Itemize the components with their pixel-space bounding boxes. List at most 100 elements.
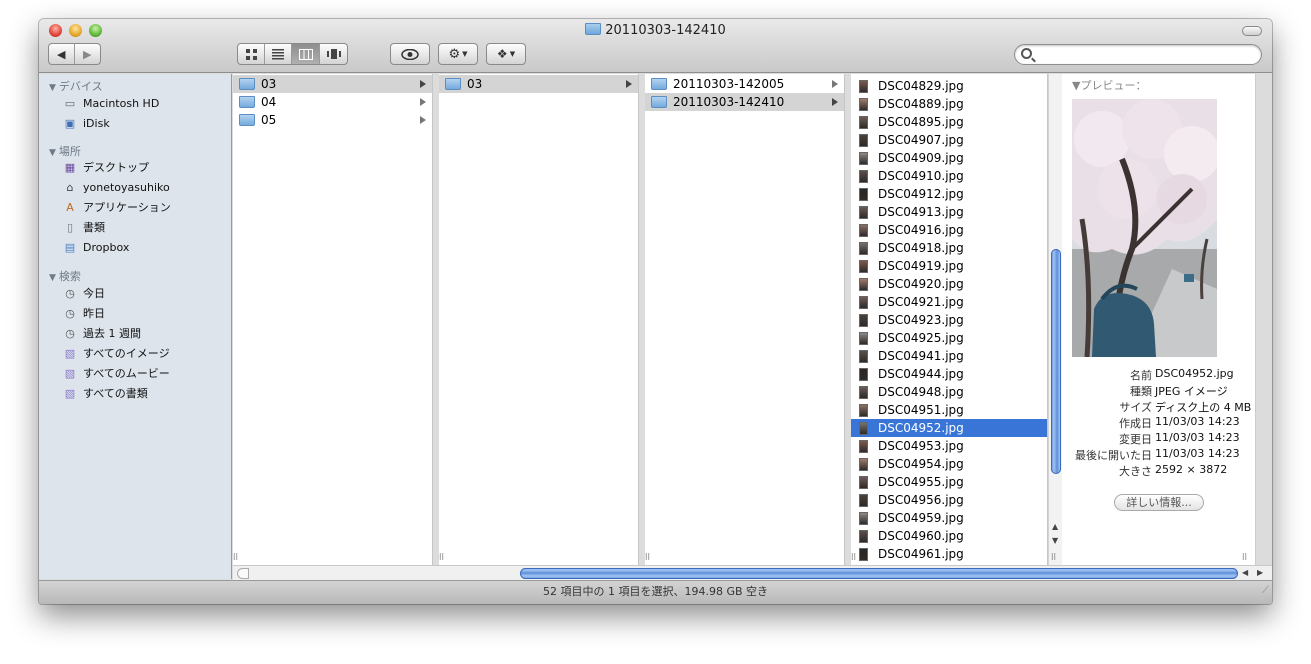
file-row[interactable]: DSC04951.jpg xyxy=(851,401,1047,419)
dropbox-folder-icon: ▤ xyxy=(64,240,76,254)
sidebar-item-places[interactable]: ▦ デスクトップ xyxy=(63,159,149,175)
sidebar-item-places[interactable]: ⌂ yonetoyasuhiko xyxy=(63,179,170,195)
column-resize-grip[interactable]: ll xyxy=(439,553,444,563)
folder-row[interactable]: 03 xyxy=(233,75,432,93)
folder-row[interactable]: 03 xyxy=(439,75,638,93)
column-resize-grip[interactable]: ll xyxy=(233,553,238,563)
sidebar-item-searches[interactable]: ◷ 今日 xyxy=(63,285,105,301)
info-value: 11/03/03 14:23 xyxy=(1155,431,1240,444)
file-row[interactable]: DSC04889.jpg xyxy=(851,95,1047,113)
column-2[interactable]: ll 03 xyxy=(439,74,639,565)
column-3[interactable]: ll 20110303-142005 20110303-142410 xyxy=(645,74,845,565)
disclosure-triangle-icon[interactable]: ▼ xyxy=(49,148,56,158)
file-row[interactable]: DSC04952.jpg xyxy=(851,419,1047,437)
column-files[interactable]: ll DSC04829.jpg DSC04889.jpg DSC04895.jpg D… xyxy=(851,74,1048,565)
sidebar-section-places: ▼ 場所 xyxy=(49,143,81,159)
column-1[interactable]: ll 03 04 05 xyxy=(233,74,433,565)
file-row[interactable]: DSC04954.jpg xyxy=(851,455,1047,473)
scroll-up-arrow-icon[interactable]: ▲ xyxy=(1052,522,1058,531)
file-name: DSC04960.jpg xyxy=(878,529,964,543)
file-row[interactable]: DSC04916.jpg xyxy=(851,221,1047,239)
horizontal-scroll-thumb[interactable] xyxy=(520,568,1238,579)
file-row[interactable]: DSC04909.jpg xyxy=(851,149,1047,167)
forward-button[interactable]: ▶ xyxy=(75,44,100,64)
column-view-button[interactable] xyxy=(292,44,320,64)
image-thumbnail-icon xyxy=(859,223,868,237)
file-row[interactable]: DSC04961.jpg xyxy=(851,545,1047,563)
dropbox-menu-button[interactable]: ❖ ▼ xyxy=(487,44,525,64)
scroll-right-arrow-icon[interactable]: ▶ xyxy=(1257,568,1263,577)
sidebar-item-searches[interactable]: ▧ すべてのイメージ xyxy=(63,345,170,361)
document-icon: ▯ xyxy=(66,220,74,234)
file-row[interactable]: DSC04959.jpg xyxy=(851,509,1047,527)
sidebar-item-searches[interactable]: ▧ すべての書類 xyxy=(63,385,148,401)
info-value: 11/03/03 14:23 xyxy=(1155,447,1240,460)
file-name: DSC04923.jpg xyxy=(878,313,964,327)
file-row[interactable]: DSC04912.jpg xyxy=(851,185,1047,203)
file-row[interactable]: DSC04907.jpg xyxy=(851,131,1047,149)
image-thumbnail-icon xyxy=(859,493,868,507)
folder-row[interactable]: 20110303-142005 xyxy=(645,75,844,93)
sidebar-item-label: iDisk xyxy=(83,116,110,130)
sidebar-item-places[interactable]: ▤ Dropbox xyxy=(63,239,130,255)
sidebar-item-devices[interactable]: ▣ iDisk xyxy=(63,115,110,131)
column-resize-grip[interactable]: ll xyxy=(1051,553,1056,563)
file-row[interactable]: DSC04925.jpg xyxy=(851,329,1047,347)
file-row[interactable]: DSC04923.jpg xyxy=(851,311,1047,329)
scroll-thumb[interactable] xyxy=(1051,249,1061,474)
sidebar-item-devices[interactable]: ▭ Macintosh HD xyxy=(63,95,160,111)
action-group: ⚙ ▼ xyxy=(438,43,478,65)
file-row[interactable]: DSC04913.jpg xyxy=(851,203,1047,221)
sidebar-item-places[interactable]: ▯ 書類 xyxy=(63,219,105,235)
toolbar-toggle-button[interactable] xyxy=(1242,26,1262,36)
sidebar-item-searches[interactable]: ◷ 過去 1 週間 xyxy=(63,325,141,341)
info-key: 作成日 xyxy=(1119,417,1152,430)
quicklook-button[interactable] xyxy=(391,44,429,64)
info-row: 最後に開いた日 11/03/03 14:23 xyxy=(1062,447,1256,463)
folder-row[interactable]: 04 xyxy=(233,93,432,111)
file-row[interactable]: DSC04910.jpg xyxy=(851,167,1047,185)
sidebar-item-searches[interactable]: ▧ すべてのムービー xyxy=(63,365,170,381)
sidebar-item-places[interactable]: A アプリケーション xyxy=(63,199,171,215)
list-view-button[interactable] xyxy=(265,44,292,64)
column-horizontal-scrollbar[interactable]: ◀ ▶ xyxy=(233,565,1272,580)
column-resize-grip[interactable]: ll xyxy=(851,553,856,563)
file-list-scrollbar[interactable]: ▲ ▼ ll xyxy=(1048,74,1062,565)
image-thumbnail-icon xyxy=(859,403,868,417)
disclosure-triangle-icon[interactable]: ▼ xyxy=(49,83,56,93)
file-row[interactable]: DSC04895.jpg xyxy=(851,113,1047,131)
file-row[interactable]: DSC04948.jpg xyxy=(851,383,1047,401)
sidebar-item-label: Macintosh HD xyxy=(83,96,160,110)
file-row[interactable]: DSC04960.jpg xyxy=(851,527,1047,545)
view-mode-group xyxy=(237,43,348,65)
file-row[interactable]: DSC04918.jpg xyxy=(851,239,1047,257)
column-resize-grip[interactable]: ll xyxy=(645,553,650,563)
window-title: 20110303-142410 xyxy=(39,23,1272,38)
file-row[interactable]: DSC04955.jpg xyxy=(851,473,1047,491)
file-row[interactable]: DSC04829.jpg xyxy=(851,77,1047,95)
sidebar-item-searches[interactable]: ◷ 昨日 xyxy=(63,305,105,321)
folder-row[interactable]: 05 xyxy=(233,111,432,129)
file-row[interactable]: DSC04956.jpg xyxy=(851,491,1047,509)
column-resize-grip[interactable]: ll xyxy=(1242,553,1247,563)
file-row[interactable]: DSC04944.jpg xyxy=(851,365,1047,383)
file-row[interactable]: DSC04953.jpg xyxy=(851,437,1047,455)
scroll-track-cap xyxy=(237,568,249,579)
preview-image xyxy=(1072,99,1217,357)
scroll-down-arrow-icon[interactable]: ▼ xyxy=(1052,536,1058,545)
coverflow-view-button[interactable] xyxy=(320,44,347,64)
file-row[interactable]: DSC04941.jpg xyxy=(851,347,1047,365)
search-input[interactable] xyxy=(1014,44,1262,65)
action-menu-button[interactable]: ⚙ ▼ xyxy=(439,44,477,64)
folder-row[interactable]: 20110303-142410 xyxy=(645,93,844,111)
icon-view-button[interactable] xyxy=(238,44,265,64)
file-row[interactable]: DSC04921.jpg xyxy=(851,293,1047,311)
resize-grip-icon[interactable]: ⟋ xyxy=(1262,580,1269,602)
file-row[interactable]: DSC04919.jpg xyxy=(851,257,1047,275)
more-info-button[interactable]: 詳しい情報... xyxy=(1114,494,1204,511)
scroll-left-arrow-icon[interactable]: ◀ xyxy=(1242,568,1248,577)
back-button[interactable]: ◀ xyxy=(49,44,75,64)
file-row[interactable]: DSC04920.jpg xyxy=(851,275,1047,293)
disclosure-triangle-icon[interactable]: ▼ xyxy=(49,273,56,283)
file-name: DSC04916.jpg xyxy=(878,223,964,237)
